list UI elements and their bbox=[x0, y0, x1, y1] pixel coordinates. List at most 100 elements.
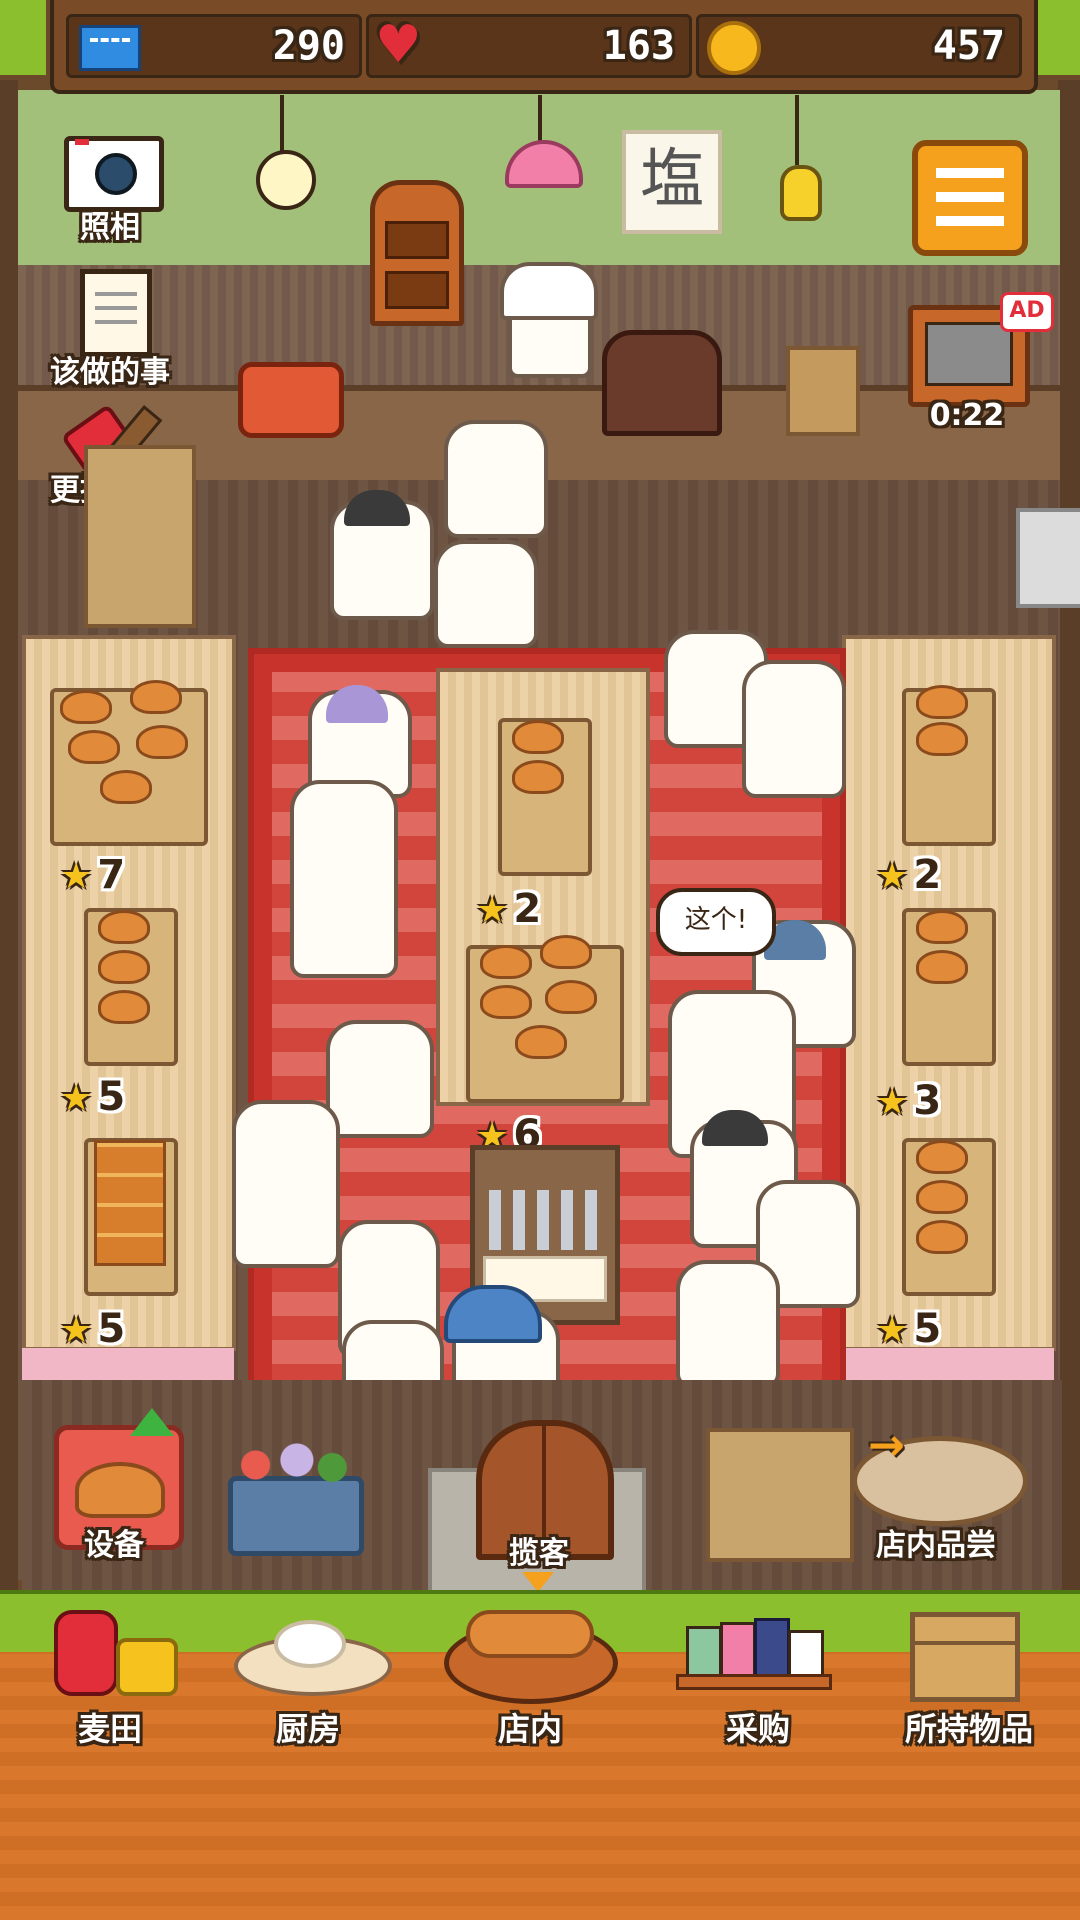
dough-icon bbox=[274, 1620, 346, 1668]
croissant-icon bbox=[480, 985, 532, 1019]
crate bbox=[706, 1428, 854, 1562]
croissant-icon bbox=[512, 760, 564, 794]
croissant-icon bbox=[512, 720, 564, 754]
salt-sign: 塩 bbox=[622, 130, 722, 234]
star-icon: ★ bbox=[60, 856, 93, 897]
lamp-cord-1 bbox=[280, 95, 284, 155]
nav-inventory[interactable]: 所持物品 bbox=[874, 1610, 1064, 1750]
star-icon: ★ bbox=[876, 856, 909, 897]
oven-icon bbox=[602, 330, 722, 436]
lamp-cord-3 bbox=[795, 95, 799, 165]
nav-field[interactable]: 麦田 bbox=[20, 1610, 200, 1750]
yellow-bulb-icon bbox=[780, 165, 822, 221]
camera-icon bbox=[64, 136, 164, 212]
croissant-icon bbox=[540, 935, 592, 969]
wheat-icon bbox=[116, 1638, 178, 1696]
stock-right-top: ★ 2 bbox=[876, 852, 942, 898]
star-icon: ★ bbox=[876, 1310, 909, 1351]
customer-character bbox=[444, 420, 548, 538]
chef-hat bbox=[500, 262, 598, 320]
croissant-icon bbox=[60, 690, 112, 724]
coin-counter: 457 bbox=[696, 14, 1022, 78]
customer-speech-bubble: 这个! bbox=[656, 888, 776, 956]
stacked-boxes bbox=[84, 445, 196, 628]
box-icon bbox=[786, 346, 860, 436]
wall-frame-left bbox=[0, 80, 18, 1590]
pointer-arrow-icon bbox=[522, 1572, 554, 1592]
nav-kitchen-label: 厨房 bbox=[275, 1710, 340, 1748]
stock-left-bot: ★ 5 bbox=[60, 1306, 126, 1352]
nav-purchase[interactable]: 采购 bbox=[668, 1610, 848, 1750]
star-icon: ★ bbox=[60, 1310, 93, 1351]
ticket-icon bbox=[79, 25, 141, 71]
upgrade-arrow-icon bbox=[130, 1408, 174, 1436]
bulb-icon bbox=[256, 150, 316, 210]
nav-purchase-label: 采购 bbox=[725, 1710, 790, 1748]
tasting-label: 店内品尝 bbox=[876, 1528, 996, 1563]
star-icon: ★ bbox=[876, 1082, 909, 1123]
buns-icon bbox=[466, 1610, 594, 1658]
star-icon: ★ bbox=[60, 1078, 93, 1119]
bread-cabinet bbox=[370, 180, 464, 326]
croissant-icon bbox=[136, 725, 188, 759]
ticket-counter: 290 bbox=[66, 14, 362, 78]
camera-label: 照相 bbox=[80, 210, 140, 245]
nav-inventory-label: 所持物品 bbox=[904, 1710, 1033, 1748]
equipment-label: 设备 bbox=[84, 1528, 144, 1563]
menu-button[interactable] bbox=[912, 140, 1028, 256]
grass-corner-right bbox=[1034, 0, 1080, 75]
croissant-icon bbox=[515, 1025, 567, 1059]
field-icon bbox=[54, 1610, 118, 1696]
stock-center-top: ★ 2 bbox=[476, 886, 542, 932]
cardboard-box-icon bbox=[910, 1612, 1020, 1702]
ad-badge: AD bbox=[1000, 292, 1054, 332]
arrow-right-icon: → bbox=[868, 1420, 905, 1471]
croissant-icon bbox=[916, 685, 968, 719]
nav-kitchen[interactable]: 厨房 bbox=[218, 1610, 398, 1750]
customer-character bbox=[676, 1260, 780, 1388]
resource-bar: 290 ♥ 163 457 bbox=[50, 0, 1038, 94]
croissant-icon bbox=[545, 980, 597, 1014]
clipboard-icon bbox=[80, 269, 152, 357]
package-icon bbox=[720, 1622, 756, 1682]
shelf-plank bbox=[676, 1674, 832, 1690]
grass-corner-left bbox=[0, 0, 46, 75]
heart-icon: ♥ bbox=[375, 15, 422, 75]
croissant-icon bbox=[68, 730, 120, 764]
customer-character bbox=[290, 780, 398, 978]
croissant-icon bbox=[98, 990, 150, 1024]
pink-mat-left bbox=[22, 1348, 234, 1382]
croissant-icon bbox=[98, 950, 150, 984]
nav-store[interactable]: 店内 bbox=[440, 1610, 620, 1750]
camera-button[interactable]: 照相 bbox=[30, 130, 190, 245]
coin-value: 457 bbox=[932, 23, 1005, 69]
package-icon bbox=[754, 1618, 790, 1682]
pink-mat-right bbox=[842, 1348, 1054, 1382]
lamp-cord-2 bbox=[538, 95, 542, 145]
customer-character bbox=[434, 540, 538, 648]
croissant-icon bbox=[916, 722, 968, 756]
croissant-icon bbox=[916, 1140, 968, 1174]
star-icon: ★ bbox=[476, 890, 509, 931]
customer-character bbox=[326, 1020, 434, 1138]
blue-cap bbox=[444, 1285, 542, 1343]
loaf-bread-icon bbox=[94, 1140, 166, 1266]
croissant-icon bbox=[916, 1180, 968, 1214]
croissant-icon bbox=[916, 1220, 968, 1254]
coin-icon bbox=[707, 21, 761, 75]
stock-right-mid: ★ 3 bbox=[876, 1078, 942, 1124]
ticket-value: 290 bbox=[272, 23, 345, 69]
croissant-icon bbox=[916, 910, 968, 944]
croissant-icon bbox=[916, 950, 968, 984]
todo-label: 该做的事 bbox=[50, 355, 170, 390]
customer-character bbox=[232, 1100, 340, 1268]
croissant-icon bbox=[480, 945, 532, 979]
customer-character bbox=[742, 660, 846, 798]
todo-button[interactable]: 该做的事 bbox=[30, 265, 190, 390]
flowers bbox=[232, 1440, 350, 1490]
wall-frame-right bbox=[1058, 80, 1080, 1590]
croissant-icon bbox=[130, 680, 182, 714]
stock-right-bot: ★ 5 bbox=[876, 1306, 942, 1352]
bread-basket-icon bbox=[75, 1462, 165, 1518]
stock-left-top: ★ 7 bbox=[60, 852, 126, 898]
